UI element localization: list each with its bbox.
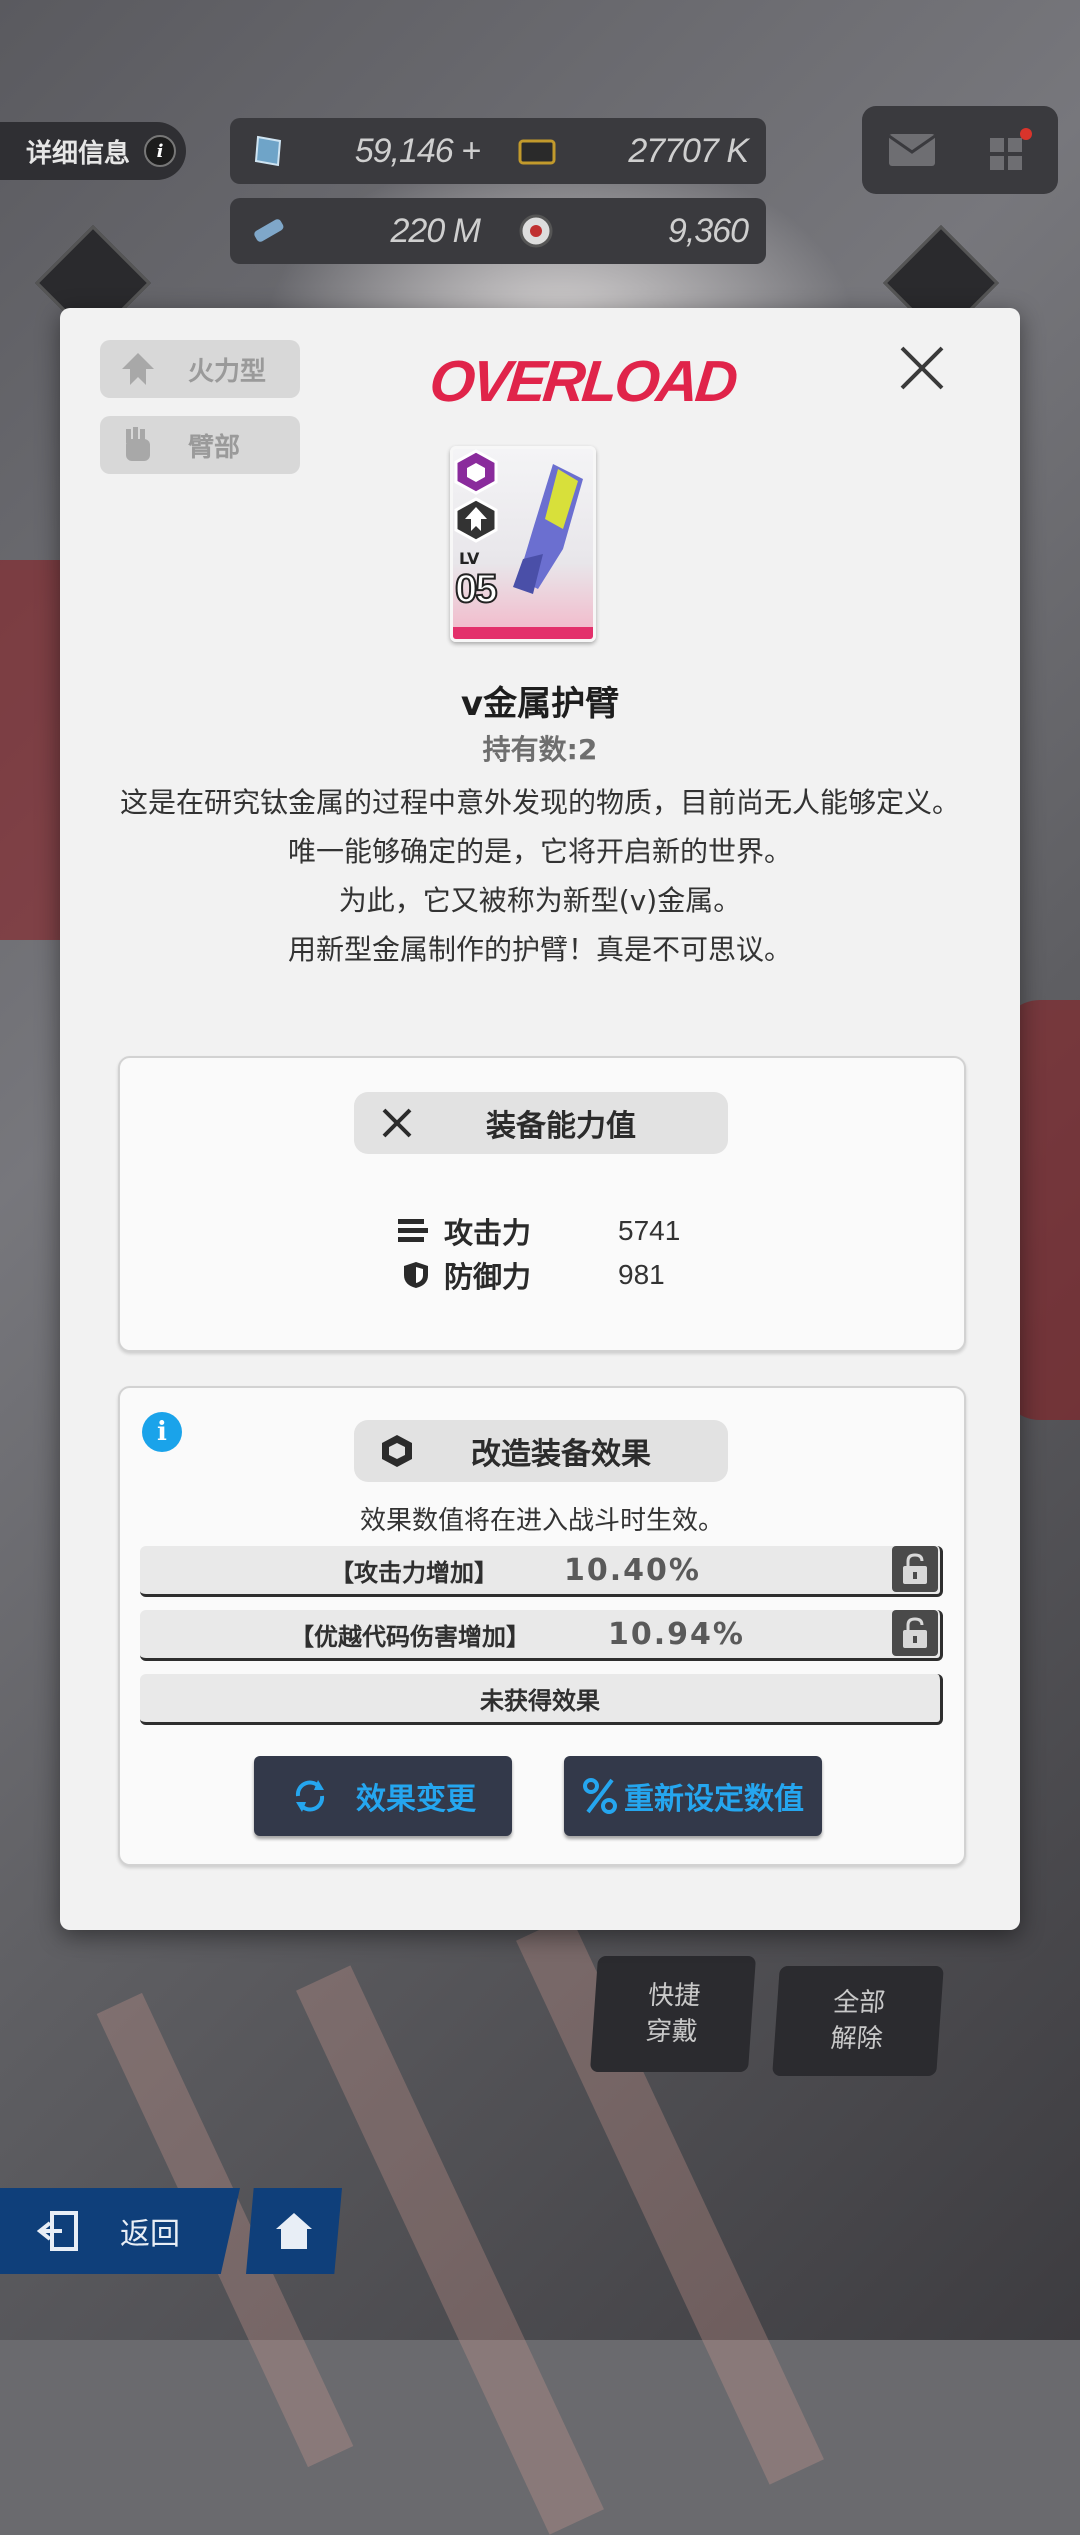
top-right-menu: [862, 106, 1058, 194]
quick-equip-button[interactable]: 快捷 穿戴: [589, 1956, 757, 2072]
slot-tag-label: 臂部: [188, 432, 241, 463]
grid-menu-icon[interactable]: [986, 126, 1034, 174]
unequip-all-button[interactable]: 全部 解除: [772, 1966, 944, 2076]
item-name: v金属护臂: [460, 684, 620, 724]
effect-label: 【优越代码伤害增加】: [290, 1622, 530, 1651]
effect-row[interactable]: 【攻击力增加】 10.40%: [140, 1546, 943, 1597]
defense-label: 防御力: [444, 1260, 532, 1294]
effect-value: 10.94%: [608, 1616, 745, 1652]
resource-battery[interactable]: 220 M: [230, 211, 498, 251]
resource-gem[interactable]: 59,146 +: [230, 131, 498, 171]
credit-value: 27707 K: [628, 131, 749, 170]
info-icon[interactable]: i: [144, 135, 177, 167]
description-line: 这是在研究钛金属的过程中意外发现的物质，目前尚无人能够定义。: [119, 786, 960, 819]
unlock-icon: [903, 1553, 927, 1584]
gem-icon: [254, 135, 282, 167]
resource-credit[interactable]: 27707 K: [498, 131, 766, 171]
holding-count: 持有数:2: [482, 733, 598, 766]
equipment-card: LV 05: [450, 446, 596, 642]
battery-value: 220 M: [390, 211, 481, 250]
refresh-icon: [295, 1780, 325, 1812]
effect-value: 10.40%: [564, 1552, 701, 1588]
rarity-bar: [453, 627, 593, 639]
exit-icon: [36, 2211, 78, 2251]
attack-label: 攻击力: [444, 1216, 532, 1250]
info-icon[interactable]: i: [142, 1412, 182, 1452]
attack-icon: [398, 1219, 428, 1242]
back-button[interactable]: 返回: [0, 2188, 240, 2274]
detail-info-label: 详细信息: [26, 138, 131, 169]
effect-label: 【攻击力增加】: [330, 1558, 498, 1587]
defense-value: 981: [618, 1259, 665, 1290]
effects-note: 效果数值将在进入战斗时生效。: [359, 1506, 724, 1536]
card-level-label: LV: [459, 549, 480, 568]
back-label: 返回: [120, 2217, 180, 2252]
effects-panel: i 改造装备效果 效果数值将在进入战斗时生效。 【攻击力增加】 10.40% 【…: [118, 1386, 966, 1866]
firepower-class-icon: [454, 497, 498, 543]
card-level-value: 05: [454, 566, 498, 612]
home-button[interactable]: [246, 2188, 342, 2274]
empty-effect-label: 未获得效果: [480, 1686, 600, 1715]
firepower-icon: [122, 353, 154, 385]
gem-value: 59,146 +: [354, 131, 481, 170]
item-description: 这是在研究钛金属的过程中意外发现的物质，目前尚无人能够定义。 唯一能够确定的是，…: [110, 778, 970, 974]
percent-icon: [583, 1778, 617, 1814]
crossed-swords-icon: [382, 1108, 412, 1138]
description-line: 为此，它又被称为新型(v)金属。: [338, 884, 742, 917]
description-line: 唯一能够确定的是，它将开启新的世界。: [287, 835, 792, 868]
core-icon: [519, 214, 553, 248]
change-effect-button[interactable]: 效果变更: [254, 1756, 512, 1836]
attack-value: 5741: [618, 1215, 681, 1246]
arm-icon: [126, 427, 150, 461]
stats-title-pill: 装备能力值: [354, 1092, 728, 1154]
class-tag: 火力型: [100, 340, 300, 398]
close-icon[interactable]: [892, 338, 952, 398]
effect-row[interactable]: 【优越代码伤害增加】 10.94%: [140, 1610, 943, 1661]
reset-value-label: 重新设定数值: [624, 1782, 804, 1817]
battery-icon: [254, 219, 284, 242]
resource-bar-top: 59,146 + 27707 K: [230, 118, 766, 184]
arm-guard-image: [513, 464, 583, 594]
slot-tag: 臂部: [100, 416, 300, 474]
overload-cube-icon: [382, 1435, 412, 1467]
resource-bar-bottom: 220 M 9,360: [230, 198, 766, 264]
change-effect-label: 效果变更: [356, 1782, 476, 1817]
shield-icon: [404, 1262, 428, 1288]
resource-core[interactable]: 9,360: [498, 211, 766, 251]
stat-row-defense: 防御力 981: [398, 1254, 665, 1296]
stats-panel: 装备能力值 攻击力 5741 防御力 981: [118, 1056, 966, 1352]
unlock-icon: [903, 1617, 927, 1648]
equipment-detail-modal: 火力型 臂部 OVERLOAD LV 05 v金属护臂 持有数:2 这是在研究钛…: [60, 308, 1020, 1930]
home-icon: [276, 2213, 312, 2249]
credit-card-icon: [518, 139, 556, 165]
effects-title-pill: 改造装备效果: [354, 1420, 728, 1482]
empty-effect-row: 未获得效果: [140, 1674, 943, 1725]
description-line: 用新型金属制作的护臂！真是不可思议。: [287, 933, 792, 966]
detail-info-tab[interactable]: 详细信息 i: [0, 122, 186, 180]
lock-button[interactable]: [892, 1610, 938, 1656]
overload-logo: OVERLOAD: [426, 349, 739, 414]
rarity-icon: [454, 449, 498, 495]
class-tag-label: 火力型: [188, 356, 267, 387]
mail-icon[interactable]: [887, 132, 937, 168]
reset-value-button[interactable]: 重新设定数值: [564, 1756, 822, 1836]
stat-row-attack: 攻击力 5741: [398, 1210, 680, 1252]
lock-button[interactable]: [892, 1546, 938, 1592]
core-value: 9,360: [667, 211, 749, 250]
